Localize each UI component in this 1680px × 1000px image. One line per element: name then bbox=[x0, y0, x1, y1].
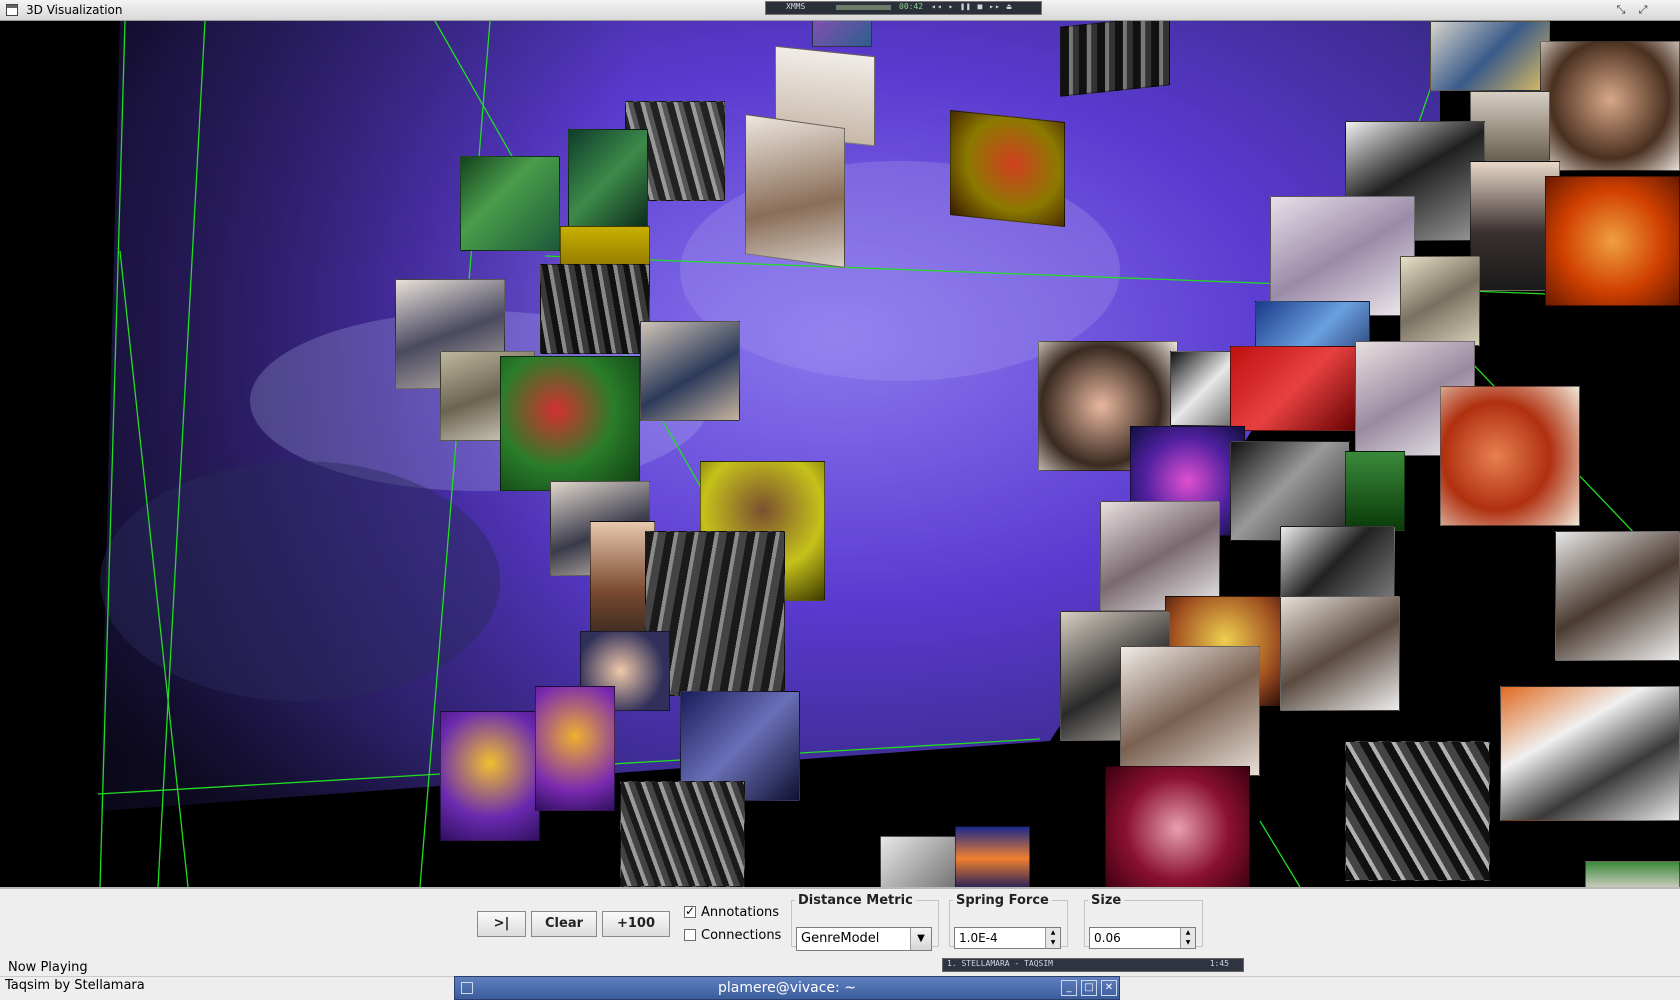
close-icon[interactable]: ✕ bbox=[1101, 980, 1117, 996]
restore-icon[interactable]: ⤡ bbox=[1614, 3, 1628, 17]
now-playing-track: Taqsim by Stellamara bbox=[5, 978, 145, 993]
size-legend: Size bbox=[1091, 893, 1122, 908]
chevron-down-icon[interactable]: ▼ bbox=[910, 928, 931, 950]
connections-label: Connections bbox=[701, 928, 782, 943]
size-group: Size 0.06 ▲ ▼ bbox=[1084, 893, 1203, 949]
maximize-icon[interactable]: ⤢ bbox=[1636, 3, 1650, 17]
xmms-time: 00:42 bbox=[899, 2, 924, 11]
maximize-icon[interactable]: □ bbox=[1081, 980, 1097, 996]
spin-down-icon[interactable]: ▼ bbox=[1045, 938, 1060, 948]
minimize-icon[interactable]: _ bbox=[1061, 980, 1077, 996]
visualization-viewport[interactable] bbox=[0, 21, 1680, 887]
distance-metric-value: GenreModel bbox=[801, 931, 880, 946]
xmms-mini-player[interactable]: XMMS 00:42 ◂◂ ▸ ❚❚ ■ ▸▸ ⏏ bbox=[765, 1, 1042, 15]
distance-metric-legend: Distance Metric bbox=[798, 893, 913, 908]
size-spinner[interactable]: 0.06 ▲ ▼ bbox=[1089, 927, 1196, 949]
connections-toggle[interactable]: Connections bbox=[684, 928, 781, 943]
size-value: 0.06 bbox=[1094, 931, 1121, 945]
annotations-toggle[interactable]: Annotations bbox=[684, 904, 780, 920]
distance-metric-select[interactable]: GenreModel ▼ bbox=[796, 927, 932, 951]
distance-metric-group: Distance Metric GenreModel ▼ bbox=[791, 893, 939, 951]
xmms-name: XMMS bbox=[786, 2, 806, 11]
clear-button[interactable]: Clear bbox=[531, 911, 597, 937]
control-panel: >| Clear +100 Annotations Connections Di… bbox=[0, 887, 1680, 957]
spring-force-legend: Spring Force bbox=[956, 893, 1049, 908]
annotations-label: Annotations bbox=[701, 905, 780, 920]
terminal-title: plamere@vivace: ~ bbox=[718, 980, 856, 996]
annotations-checkbox[interactable] bbox=[684, 904, 696, 918]
add-100-button[interactable]: +100 bbox=[602, 911, 670, 937]
window-menu-icon[interactable] bbox=[6, 4, 18, 16]
xmms-seek-bar[interactable] bbox=[836, 5, 891, 10]
skip-button[interactable]: >| bbox=[477, 911, 526, 937]
connections-checkbox[interactable] bbox=[684, 929, 696, 941]
terminal-window-titlebar[interactable]: plamere@vivace: ~ _ □ ✕ bbox=[454, 976, 1120, 1000]
playlist-entry: 1. STELLAMARA - TAQSIM bbox=[947, 959, 1053, 968]
spring-force-spinner[interactable]: 1.0E-4 ▲ ▼ bbox=[954, 927, 1061, 949]
window-titlebar: 3D Visualization XMMS 00:42 ◂◂ ▸ ❚❚ ■ ▸▸… bbox=[0, 0, 1680, 21]
xmms-transport-controls[interactable]: ◂◂ ▸ ❚❚ ■ ▸▸ ⏏ bbox=[931, 2, 1012, 11]
spin-down-icon[interactable]: ▼ bbox=[1180, 938, 1195, 948]
window-title: 3D Visualization bbox=[26, 3, 123, 17]
spring-force-group: Spring Force 1.0E-4 ▲ ▼ bbox=[949, 893, 1068, 949]
now-playing-label: Now Playing bbox=[8, 960, 88, 975]
xmms-playlist-strip[interactable]: 1. STELLAMARA - TAQSIM 1:45 bbox=[942, 958, 1244, 972]
spring-force-value: 1.0E-4 bbox=[959, 931, 998, 945]
playlist-duration: 1:45 bbox=[1209, 959, 1229, 968]
